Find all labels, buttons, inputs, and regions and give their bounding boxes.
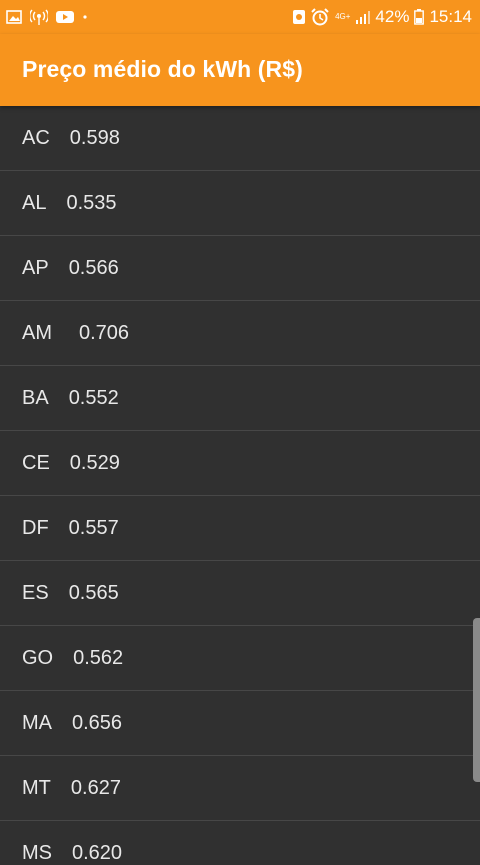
list-item[interactable]: ES 0.565 xyxy=(0,561,480,626)
price-value: 0.598 xyxy=(69,126,120,149)
state-code: MS xyxy=(22,842,52,864)
state-code: DF xyxy=(22,516,49,539)
status-bar: 4G+ 42% 15:14 xyxy=(0,0,480,34)
price-value: 0.706 xyxy=(79,321,130,344)
list-item[interactable]: GO 0.562 xyxy=(0,626,480,691)
sim-icon xyxy=(292,9,306,25)
state-code: AM xyxy=(22,321,52,344)
dot-icon xyxy=(82,14,88,20)
battery-icon xyxy=(414,9,425,25)
price-list[interactable]: AC 0.598 AL 0.535 AP 0.566 AM 0.706 BA 0… xyxy=(0,106,480,864)
state-code: ES xyxy=(22,581,49,604)
list-item[interactable]: AC 0.598 xyxy=(0,106,480,171)
price-value: 0.535 xyxy=(66,191,117,214)
state-code: CE xyxy=(22,451,50,474)
list-item[interactable]: AL 0.535 xyxy=(0,171,480,236)
state-code: MA xyxy=(22,711,52,734)
alarm-icon xyxy=(311,8,329,26)
battery-percent: 42% xyxy=(375,7,410,26)
price-value: 0.557 xyxy=(68,516,119,539)
app-bar: Preço médio do kWh (R$) xyxy=(0,34,480,106)
price-value: 0.562 xyxy=(73,646,124,669)
network-type: 4G+ xyxy=(335,12,351,21)
list-item[interactable]: AM 0.706 xyxy=(0,301,480,366)
image-icon xyxy=(6,10,22,24)
page-title: Preço médio do kWh (R$) xyxy=(22,56,303,82)
state-code: MT xyxy=(22,776,51,799)
list-item[interactable]: BA 0.552 xyxy=(0,366,480,431)
signal-icon xyxy=(355,10,371,24)
price-value: 0.566 xyxy=(68,256,119,279)
price-value: 0.627 xyxy=(70,776,121,799)
antenna-icon xyxy=(30,9,48,25)
state-code: AC xyxy=(22,126,50,149)
list-item[interactable]: MA 0.656 xyxy=(0,691,480,756)
list-item[interactable]: CE 0.529 xyxy=(0,431,480,496)
list-item[interactable]: DF 0.557 xyxy=(0,496,480,561)
state-code: BA xyxy=(22,386,49,409)
state-code: AP xyxy=(22,256,49,279)
price-value: 0.552 xyxy=(68,386,119,409)
price-value: 0.620 xyxy=(72,842,123,864)
price-value: 0.656 xyxy=(72,711,123,734)
price-value: 0.565 xyxy=(68,581,119,604)
state-code: GO xyxy=(22,646,54,669)
clock: 15:14 xyxy=(429,7,472,26)
system-status: 4G+ 42% 15:14 xyxy=(287,6,472,28)
scrollbar-thumb[interactable] xyxy=(473,618,480,782)
price-value: 0.529 xyxy=(69,451,120,474)
list-item[interactable]: AP 0.566 xyxy=(0,236,480,301)
state-code: AL xyxy=(22,191,47,214)
youtube-icon xyxy=(56,10,74,24)
list-item[interactable]: MS 0.620 xyxy=(0,821,480,864)
notification-icons xyxy=(6,7,96,27)
list-item[interactable]: MT 0.627 xyxy=(0,756,480,821)
